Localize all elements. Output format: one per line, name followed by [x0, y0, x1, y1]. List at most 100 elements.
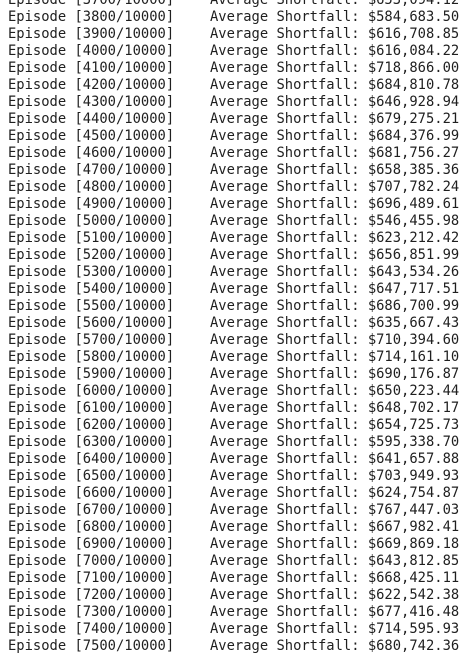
average-shortfall-value: Average Shortfall: $654,725.73 [210, 417, 460, 433]
average-shortfall-value: Average Shortfall: $623,212.42 [210, 230, 460, 246]
average-shortfall-value: Average Shortfall: $686,700.99 [210, 298, 460, 314]
average-shortfall-value: Average Shortfall: $646,928.94 [210, 94, 460, 110]
episode-counter: Episode [5900/10000] [8, 366, 175, 382]
episode-counter: Episode [6500/10000] [8, 468, 175, 484]
episode-counter: Episode [7400/10000] [8, 621, 175, 637]
log-line: Episode [6300/10000] Average Shortfall: $… [8, 434, 471, 451]
episode-counter: Episode [4900/10000] [8, 196, 175, 212]
log-line: Episode [5900/10000] Average Shortfall: $… [8, 366, 471, 383]
average-shortfall-value: Average Shortfall: $680,742.36 [210, 638, 460, 654]
log-line: Episode [7200/10000] Average Shortfall: $… [8, 587, 471, 604]
episode-counter: Episode [5300/10000] [8, 264, 175, 280]
episode-counter: Episode [7300/10000] [8, 604, 175, 620]
log-line: Episode [7300/10000] Average Shortfall: $… [8, 604, 471, 621]
average-shortfall-value: Average Shortfall: $669,869.18 [210, 536, 460, 552]
episode-counter: Episode [7500/10000] [8, 638, 175, 654]
average-shortfall-value: Average Shortfall: $679,275.21 [210, 111, 460, 127]
episode-counter: Episode [4200/10000] [8, 77, 175, 93]
episode-counter: Episode [4700/10000] [8, 162, 175, 178]
log-line: Episode [5400/10000] Average Shortfall: $… [8, 281, 471, 298]
average-shortfall-value: Average Shortfall: $718,866.00 [210, 60, 460, 76]
episode-counter: Episode [6300/10000] [8, 434, 175, 450]
episode-counter: Episode [4300/10000] [8, 94, 175, 110]
average-shortfall-value: Average Shortfall: $643,812.85 [210, 553, 460, 569]
episode-counter: Episode [5000/10000] [8, 213, 175, 229]
average-shortfall-value: Average Shortfall: $690,176.87 [210, 366, 460, 382]
episode-counter: Episode [6800/10000] [8, 519, 175, 535]
log-line: Episode [6500/10000] Average Shortfall: $… [8, 468, 471, 485]
log-line: Episode [4900/10000] Average Shortfall: $… [8, 196, 471, 213]
episode-counter: Episode [6700/10000] [8, 502, 175, 518]
episode-counter: Episode [4000/10000] [8, 43, 175, 59]
log-line: Episode [3800/10000] Average Shortfall: $… [8, 9, 471, 26]
log-line: Episode [4100/10000] Average Shortfall: $… [8, 60, 471, 77]
average-shortfall-value: Average Shortfall: $684,376.99 [210, 128, 460, 144]
log-line: Episode [6800/10000] Average Shortfall: $… [8, 519, 471, 536]
episode-counter: Episode [6400/10000] [8, 451, 175, 467]
average-shortfall-value: Average Shortfall: $696,489.61 [210, 196, 460, 212]
log-line: Episode [6600/10000] Average Shortfall: $… [8, 485, 471, 502]
log-line: Episode [4400/10000] Average Shortfall: $… [8, 111, 471, 128]
episode-counter: Episode [4800/10000] [8, 179, 175, 195]
average-shortfall-value: Average Shortfall: $714,161.10 [210, 349, 460, 365]
log-line: Episode [4200/10000] Average Shortfall: $… [8, 77, 471, 94]
log-line: Episode [7400/10000] Average Shortfall: $… [8, 621, 471, 638]
log-line: Episode [5300/10000] Average Shortfall: $… [8, 264, 471, 281]
average-shortfall-value: Average Shortfall: $647,717.51 [210, 281, 460, 297]
log-line: Episode [5500/10000] Average Shortfall: $… [8, 298, 471, 315]
log-line: Episode [4700/10000] Average Shortfall: $… [8, 162, 471, 179]
log-line: Episode [5700/10000] Average Shortfall: $… [8, 332, 471, 349]
average-shortfall-value: Average Shortfall: $668,425.11 [210, 570, 460, 586]
episode-counter: Episode [6000/10000] [8, 383, 175, 399]
average-shortfall-value: Average Shortfall: $624,754.87 [210, 485, 460, 501]
episode-counter: Episode [6600/10000] [8, 485, 175, 501]
episode-counter: Episode [6900/10000] [8, 536, 175, 552]
episode-counter: Episode [5200/10000] [8, 247, 175, 263]
log-line: Episode [6900/10000] Average Shortfall: $… [8, 536, 471, 553]
episode-counter: Episode [5100/10000] [8, 230, 175, 246]
average-shortfall-value: Average Shortfall: $616,084.22 [210, 43, 460, 59]
episode-counter: Episode [7000/10000] [8, 553, 175, 569]
log-line: Episode [7500/10000] Average Shortfall: $… [8, 638, 471, 655]
log-line: Episode [7000/10000] Average Shortfall: $… [8, 553, 471, 570]
average-shortfall-value: Average Shortfall: $546,455.98 [210, 213, 460, 229]
log-line: Episode [6100/10000] Average Shortfall: $… [8, 400, 471, 417]
log-line: Episode [6000/10000] Average Shortfall: $… [8, 383, 471, 400]
log-line: Episode [4000/10000] Average Shortfall: $… [8, 43, 471, 60]
log-line: Episode [5600/10000] Average Shortfall: $… [8, 315, 471, 332]
episode-counter: Episode [5700/10000] [8, 332, 175, 348]
average-shortfall-value: Average Shortfall: $710,394.60 [210, 332, 460, 348]
average-shortfall-value: Average Shortfall: $584,683.50 [210, 9, 460, 25]
log-line: Episode [6200/10000] Average Shortfall: $… [8, 417, 471, 434]
log-line: Episode [6400/10000] Average Shortfall: $… [8, 451, 471, 468]
episode-counter: Episode [4100/10000] [8, 60, 175, 76]
log-line: Episode [4300/10000] Average Shortfall: $… [8, 94, 471, 111]
log-line: Episode [5000/10000] Average Shortfall: $… [8, 213, 471, 230]
average-shortfall-value: Average Shortfall: $616,708.85 [210, 26, 460, 42]
episode-counter: Episode [7200/10000] [8, 587, 175, 603]
average-shortfall-value: Average Shortfall: $684,810.78 [210, 77, 460, 93]
log-line: Episode [6700/10000] Average Shortfall: $… [8, 502, 471, 519]
log-line: Episode [3900/10000] Average Shortfall: $… [8, 26, 471, 43]
episode-counter: Episode [3700/10000] [8, 0, 175, 8]
log-line: Episode [4800/10000] Average Shortfall: $… [8, 179, 471, 196]
episode-counter: Episode [5800/10000] [8, 349, 175, 365]
episode-counter: Episode [3800/10000] [8, 9, 175, 25]
average-shortfall-value: Average Shortfall: $767,447.03 [210, 502, 460, 518]
average-shortfall-value: Average Shortfall: $650,223.44 [210, 383, 460, 399]
episode-counter: Episode [5600/10000] [8, 315, 175, 331]
average-shortfall-value: Average Shortfall: $703,949.93 [210, 468, 460, 484]
episode-counter: Episode [4500/10000] [8, 128, 175, 144]
average-shortfall-value: Average Shortfall: $681,756.27 [210, 145, 460, 161]
episode-counter: Episode [6200/10000] [8, 417, 175, 433]
log-line: Episode [5800/10000] Average Shortfall: $… [8, 349, 471, 366]
console-output: Episode [3700/10000] Average Shortfall: $… [8, 0, 471, 655]
average-shortfall-value: Average Shortfall: $641,657.88 [210, 451, 460, 467]
average-shortfall-value: Average Shortfall: $707,782.24 [210, 179, 460, 195]
average-shortfall-value: Average Shortfall: $622,542.38 [210, 587, 460, 603]
average-shortfall-value: Average Shortfall: $658,385.36 [210, 162, 460, 178]
episode-counter: Episode [4600/10000] [8, 145, 175, 161]
log-line: Episode [5200/10000] Average Shortfall: $… [8, 247, 471, 264]
log-line: Episode [4500/10000] Average Shortfall: $… [8, 128, 471, 145]
log-line: Episode [5100/10000] Average Shortfall: $… [8, 230, 471, 247]
